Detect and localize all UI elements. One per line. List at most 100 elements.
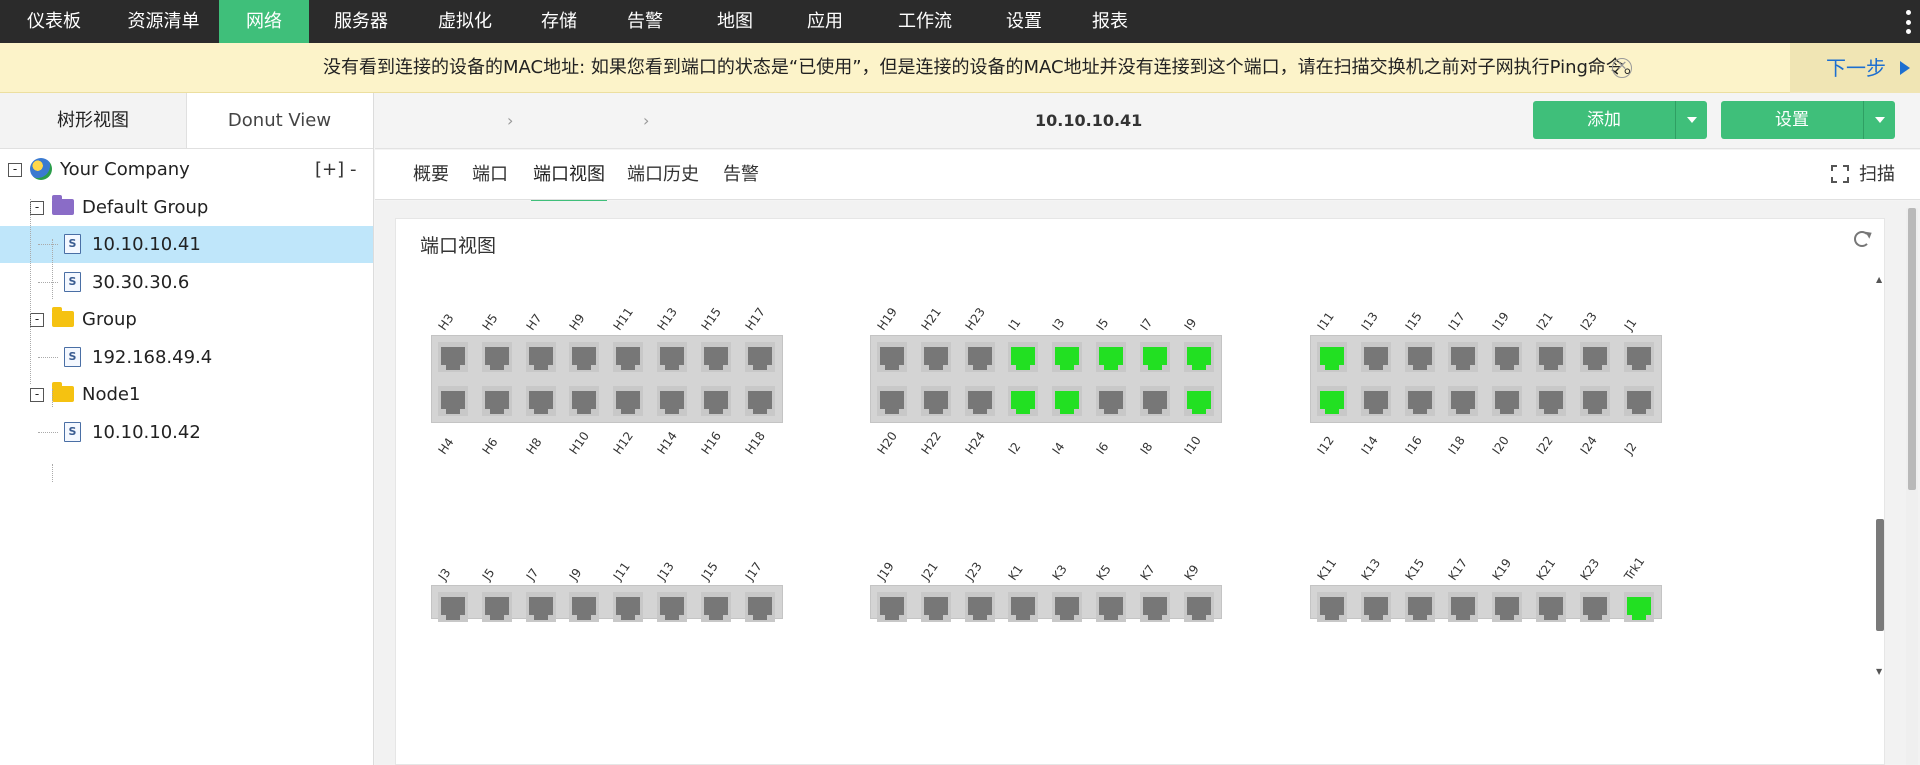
port-h15[interactable]: [700, 342, 731, 372]
port-k7[interactable]: [1139, 592, 1170, 622]
port-k15[interactable]: [1404, 592, 1435, 622]
port-j19[interactable]: [877, 592, 907, 622]
port-i3[interactable]: [1052, 342, 1083, 372]
port-i21[interactable]: [1536, 342, 1566, 372]
port-i16[interactable]: [1404, 386, 1435, 416]
nav-item[interactable]: 服务器: [309, 0, 413, 43]
nav-item[interactable]: 仪表板: [0, 0, 108, 43]
port-h11[interactable]: [613, 342, 644, 372]
nav-item[interactable]: 虚拟化: [413, 0, 517, 43]
port-j5[interactable]: [481, 592, 512, 622]
tab-tree-view[interactable]: 树形视图: [0, 93, 186, 148]
port-j1[interactable]: [1623, 342, 1654, 372]
port-i1[interactable]: [1008, 342, 1039, 372]
panel-scrollbar[interactable]: ▲ ▼: [1876, 201, 1884, 765]
tree-node-device[interactable]: S 30.30.30.6: [0, 264, 373, 301]
tree-node-group[interactable]: - Default Group: [0, 189, 373, 226]
port-k11[interactable]: [1317, 592, 1347, 622]
nav-item[interactable]: 设置: [981, 0, 1067, 43]
scroll-up-icon[interactable]: ▲: [1876, 275, 1882, 284]
port-h7[interactable]: [525, 342, 556, 372]
port-h14[interactable]: [657, 386, 687, 416]
expand-all-button[interactable]: [+]: [315, 151, 344, 188]
port-h16[interactable]: [700, 386, 731, 416]
nav-item[interactable]: 地图: [689, 0, 781, 43]
port-h24[interactable]: [964, 386, 995, 416]
chevron-down-icon[interactable]: [1675, 101, 1707, 139]
port-i4[interactable]: [1052, 386, 1083, 416]
nav-item[interactable]: 报表: [1067, 0, 1153, 43]
port-i6[interactable]: [1096, 386, 1126, 416]
port-i12[interactable]: [1317, 386, 1347, 416]
collapse-toggle-icon[interactable]: -: [30, 313, 44, 327]
port-h18[interactable]: [744, 386, 775, 416]
port-h21[interactable]: [920, 342, 951, 372]
port-k13[interactable]: [1360, 592, 1391, 622]
port-k9[interactable]: [1183, 592, 1214, 622]
port-i17[interactable]: [1448, 342, 1479, 372]
port-j7[interactable]: [525, 592, 556, 622]
port-j15[interactable]: [700, 592, 731, 622]
port-j9[interactable]: [569, 592, 600, 622]
scan-button[interactable]: 扫描: [1831, 150, 1895, 200]
port-i10[interactable]: [1183, 386, 1214, 416]
port-h6[interactable]: [481, 386, 512, 416]
port-h19[interactable]: [877, 342, 907, 372]
collapse-all-button[interactable]: -: [350, 151, 357, 188]
port-j2[interactable]: [1623, 386, 1654, 416]
kebab-menu-icon[interactable]: [1904, 10, 1912, 34]
port-h10[interactable]: [569, 386, 600, 416]
port-h5[interactable]: [481, 342, 512, 372]
port-h13[interactable]: [657, 342, 687, 372]
port-i13[interactable]: [1360, 342, 1391, 372]
tree-node-root[interactable]: - Your Company [+] -: [0, 151, 373, 188]
port-h8[interactable]: [525, 386, 556, 416]
port-k5[interactable]: [1096, 592, 1126, 622]
nav-item[interactable]: 告警: [601, 0, 689, 43]
port-j13[interactable]: [657, 592, 687, 622]
scrollbar-thumb[interactable]: [1876, 519, 1884, 631]
nav-item[interactable]: 应用: [781, 0, 869, 43]
port-i9[interactable]: [1183, 342, 1214, 372]
tree-node-group[interactable]: - Node1: [0, 376, 373, 413]
collapse-toggle-icon[interactable]: -: [30, 388, 44, 402]
nav-item[interactable]: 资源清单: [108, 0, 219, 43]
port-h4[interactable]: [438, 386, 468, 416]
port-i18[interactable]: [1448, 386, 1479, 416]
nav-item[interactable]: 存储: [517, 0, 601, 43]
port-i8[interactable]: [1139, 386, 1170, 416]
page-scrollbar-thumb[interactable]: [1908, 208, 1916, 490]
port-i23[interactable]: [1579, 342, 1610, 372]
tree-node-device[interactable]: S 192.168.49.4: [0, 339, 373, 376]
port-i20[interactable]: [1492, 386, 1523, 416]
tab-donut-view[interactable]: Donut View: [186, 93, 372, 148]
port-k19[interactable]: [1492, 592, 1523, 622]
port-h12[interactable]: [613, 386, 644, 416]
port-h17[interactable]: [744, 342, 775, 372]
next-step-link[interactable]: 下一步: [1826, 43, 1886, 93]
port-j17[interactable]: [744, 592, 775, 622]
port-h9[interactable]: [569, 342, 600, 372]
port-i2[interactable]: [1008, 386, 1039, 416]
collapse-toggle-icon[interactable]: -: [8, 163, 22, 177]
port-j23[interactable]: [964, 592, 995, 622]
port-k1[interactable]: [1008, 592, 1039, 622]
tab-summary[interactable]: 概要: [413, 150, 449, 200]
port-j21[interactable]: [920, 592, 951, 622]
port-i22[interactable]: [1536, 386, 1566, 416]
port-i19[interactable]: [1492, 342, 1523, 372]
port-k3[interactable]: [1052, 592, 1083, 622]
port-j11[interactable]: [613, 592, 644, 622]
port-i14[interactable]: [1360, 386, 1391, 416]
port-j3[interactable]: [438, 592, 468, 622]
nav-item[interactable]: 工作流: [869, 0, 981, 43]
tree-node-device[interactable]: S 10.10.10.41: [0, 226, 373, 263]
port-h22[interactable]: [920, 386, 951, 416]
port-i11[interactable]: [1317, 342, 1347, 372]
port-i5[interactable]: [1096, 342, 1126, 372]
port-k17[interactable]: [1448, 592, 1479, 622]
port-h20[interactable]: [877, 386, 907, 416]
play-arrow-icon[interactable]: [1900, 61, 1910, 75]
add-button[interactable]: 添加: [1533, 101, 1675, 139]
port-i7[interactable]: [1139, 342, 1170, 372]
